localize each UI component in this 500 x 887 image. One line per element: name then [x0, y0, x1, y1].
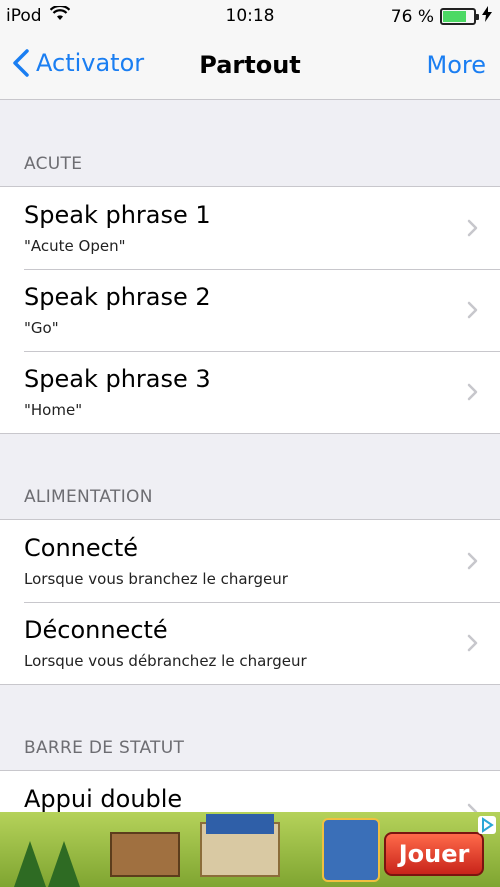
tree-graphic	[48, 841, 80, 887]
settings-list: ACUTE Speak phrase 1 "Acute Open" Speak …	[0, 101, 500, 854]
list-item-connecte[interactable]: Connecté Lorsque vous branchez le charge…	[0, 520, 500, 602]
row-title: Speak phrase 3	[24, 365, 211, 393]
adchoices-icon[interactable]	[478, 816, 496, 834]
more-button[interactable]: More	[427, 51, 487, 79]
row-title: Speak phrase 2	[24, 283, 211, 311]
row-subtitle: Lorsque vous branchez le chargeur	[24, 570, 288, 588]
list-item-speak-phrase-1[interactable]: Speak phrase 1 "Acute Open"	[0, 187, 500, 269]
chevron-right-icon	[467, 383, 478, 401]
row-title: Appui double	[24, 785, 183, 813]
section-header-label: ALIMENTATION	[24, 487, 153, 507]
section-header-alimentation: ALIMENTATION	[0, 434, 500, 519]
row-subtitle: "Acute Open"	[24, 237, 126, 255]
tree-graphic	[14, 841, 46, 887]
section-header-barre-de-statut: BARRE DE STATUT	[0, 685, 500, 770]
battery-icon	[440, 8, 479, 25]
section-header-label: BARRE DE STATUT	[24, 738, 185, 758]
navigation-bar: Activator Partout More	[0, 34, 500, 100]
battery-percent: 76 %	[390, 6, 434, 27]
ad-banner[interactable]: Jouer	[0, 812, 500, 887]
status-right: 76 %	[391, 6, 492, 27]
section-group-acute: Speak phrase 1 "Acute Open" Speak phrase…	[0, 186, 500, 434]
row-subtitle: "Home"	[24, 401, 83, 419]
chevron-right-icon	[467, 219, 478, 237]
back-button[interactable]: Activator	[12, 48, 144, 78]
hero-portrait-image	[322, 818, 380, 882]
section-group-alimentation: Connecté Lorsque vous branchez le charge…	[0, 519, 500, 685]
chevron-left-icon	[13, 49, 29, 77]
hut-graphic	[110, 832, 180, 877]
chevron-right-icon	[467, 634, 478, 652]
castle-roof-graphic	[206, 814, 274, 834]
chevron-right-icon	[467, 552, 478, 570]
section-header-label: ACUTE	[24, 154, 83, 174]
row-subtitle: "Go"	[24, 319, 59, 337]
list-item-deconnecte[interactable]: Déconnecté Lorsque vous débranchez le ch…	[0, 602, 500, 684]
charging-icon	[482, 6, 492, 27]
back-label: Activator	[36, 49, 145, 77]
row-title: Déconnecté	[24, 616, 168, 644]
section-header-acute: ACUTE	[0, 101, 500, 186]
list-item-speak-phrase-3[interactable]: Speak phrase 3 "Home"	[0, 351, 500, 433]
chevron-right-icon	[467, 301, 478, 319]
row-title: Connecté	[24, 534, 138, 562]
row-title: Speak phrase 1	[24, 201, 211, 229]
status-bar: iPod 10:18 76 %	[0, 0, 500, 34]
play-button[interactable]: Jouer	[384, 832, 484, 876]
row-subtitle: Lorsque vous débranchez le chargeur	[24, 652, 307, 670]
list-item-speak-phrase-2[interactable]: Speak phrase 2 "Go"	[0, 269, 500, 351]
